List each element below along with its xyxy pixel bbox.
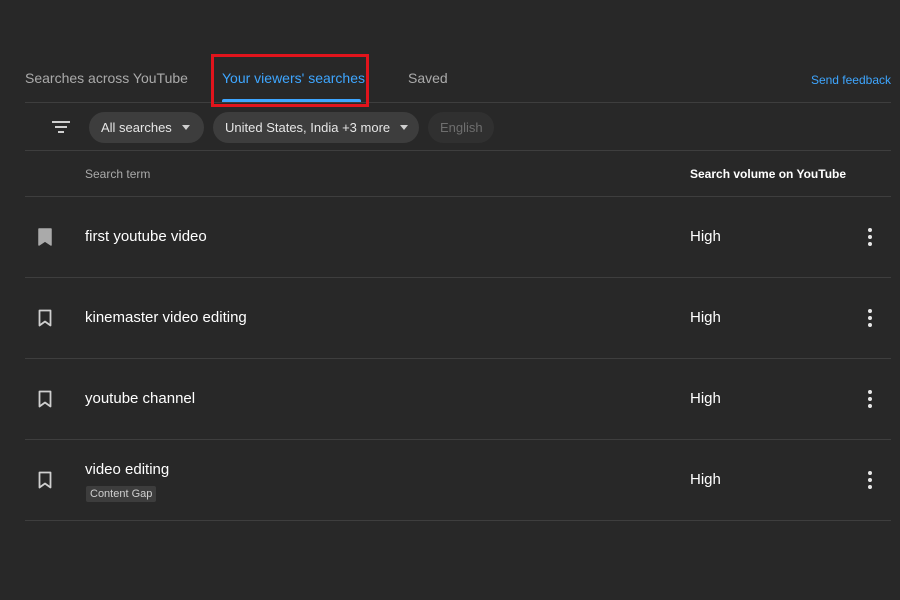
more-options-icon[interactable] <box>865 309 875 327</box>
language-label: English <box>440 120 483 135</box>
search-term[interactable]: video editing <box>85 461 169 478</box>
bookmark-outline-icon[interactable] <box>38 390 52 408</box>
more-options-icon[interactable] <box>865 228 875 246</box>
chevron-down-icon <box>181 125 190 131</box>
search-volume: High <box>690 309 721 326</box>
filter-icon[interactable] <box>52 121 70 133</box>
language-chip: English <box>428 112 494 143</box>
tab-saved[interactable]: Saved <box>408 70 448 86</box>
region-label: United States, India +3 more <box>225 120 391 135</box>
active-tab-indicator <box>222 99 361 102</box>
search-volume: High <box>690 390 721 407</box>
table-row: first youtube video High <box>25 197 891 278</box>
search-volume: High <box>690 228 721 245</box>
content-gap-badge: Content Gap <box>86 486 157 502</box>
bookmark-outline-icon[interactable] <box>38 471 52 489</box>
tab-searches-across-youtube[interactable]: Searches across YouTube <box>25 70 188 86</box>
search-term[interactable]: first youtube video <box>85 228 207 245</box>
tab-bar: Searches across YouTube Your viewers' se… <box>25 52 891 103</box>
table-header: Search term Search volume on YouTube <box>25 151 891 197</box>
column-header-search-volume: Search volume on YouTube <box>690 167 847 181</box>
tab-your-viewers-searches[interactable]: Your viewers' searches <box>222 70 365 86</box>
bookmark-filled-icon[interactable] <box>38 228 52 246</box>
all-searches-dropdown[interactable]: All searches <box>89 112 204 143</box>
more-options-icon[interactable] <box>865 471 875 489</box>
search-term[interactable]: kinemaster video editing <box>85 309 247 326</box>
bookmark-outline-icon[interactable] <box>38 309 52 327</box>
column-header-search-term: Search term <box>85 167 151 181</box>
send-feedback-link[interactable]: Send feedback <box>811 73 891 87</box>
search-term[interactable]: youtube channel <box>85 390 195 407</box>
more-options-icon[interactable] <box>865 390 875 408</box>
table-row: youtube channel High <box>25 359 891 440</box>
table-row: kinemaster video editing High <box>25 278 891 359</box>
filter-bar: All searches United States, India +3 mor… <box>25 103 891 151</box>
region-dropdown[interactable]: United States, India +3 more <box>213 112 419 143</box>
search-volume: High <box>690 471 721 488</box>
all-searches-label: All searches <box>101 120 172 135</box>
chevron-down-icon <box>400 125 409 131</box>
table-row: video editing Content Gap High <box>25 440 891 521</box>
